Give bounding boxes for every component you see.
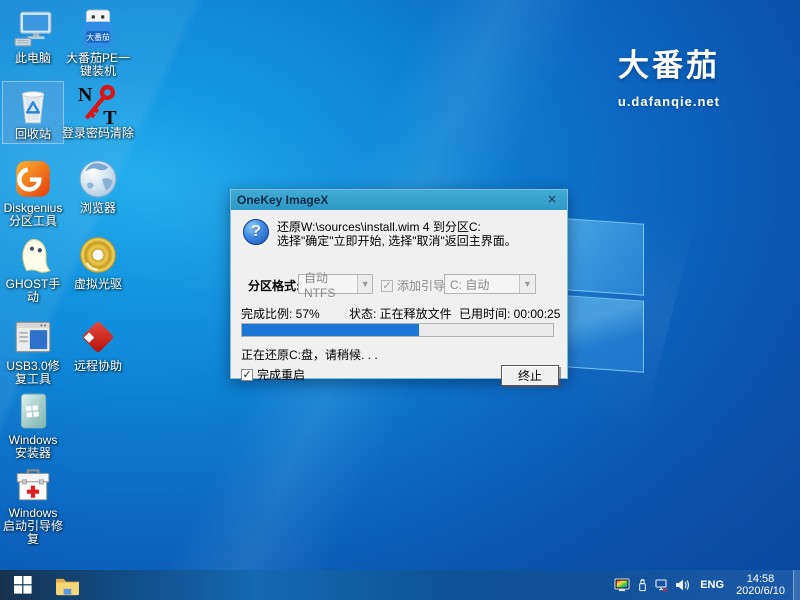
dialog-title: OneKey ImageX xyxy=(237,193,543,207)
nt-key-icon: NT xyxy=(77,83,119,125)
system-tray: × ENG 14:58 2020/6/10 xyxy=(612,570,800,600)
desktop-icon-browser[interactable]: 浏览器 xyxy=(60,156,136,217)
restore-status-line: 正在还原C:盘，请稍候. . . xyxy=(241,346,378,363)
folder-icon xyxy=(55,575,80,596)
desktop-wallpaper: 大番茄 u.dafanqie.net 此电脑大番茄大番茄PE一键装机回收站NT登… xyxy=(0,0,800,600)
percent-complete-label: 完成比例: 57% xyxy=(241,305,320,322)
desktop-icon-password-clear[interactable]: NT 登录密码清除 xyxy=(60,81,136,142)
partition-format-label: 分区格式: xyxy=(248,277,300,294)
reboot-checkbox[interactable]: ✓ 完成重启 xyxy=(241,366,305,383)
abort-button[interactable]: 终止 xyxy=(501,365,559,386)
app-window-icon xyxy=(12,316,54,358)
desktop-icon-ghost-manual[interactable]: GHOST手动 xyxy=(2,232,64,306)
windows-logo-wallpaper xyxy=(566,218,644,379)
network-disconnected-icon[interactable]: × xyxy=(652,570,672,600)
checkbox-icon[interactable]: ✓ xyxy=(241,369,253,381)
status-label: 状态: 正在释放文件 xyxy=(349,305,452,322)
dialog-message: 还原W:\sources\install.wim 4 到分区C: 选择"确定"立… xyxy=(277,220,517,248)
onekey-imagex-dialog: OneKey ImageX × ? 还原W:\sources\install.w… xyxy=(230,189,568,379)
desktop-icon-boot-repair[interactable]: Windows启动引导修复 xyxy=(2,461,64,548)
drive-combobox-value: C: 自动 xyxy=(450,276,489,293)
desktop-icon-label: 大番茄PE一键装机 xyxy=(61,52,135,78)
svg-text:大番茄: 大番茄 xyxy=(86,32,110,42)
desktop-icon-tomato-pe[interactable]: 大番茄大番茄PE一键装机 xyxy=(60,6,136,80)
desktop-icon-label: 浏览器 xyxy=(80,202,116,215)
windows-logo-pane-bottom xyxy=(566,295,644,372)
desktop-icon-label: Diskgenius 分区工具 xyxy=(3,202,63,228)
dialog-titlebar[interactable]: OneKey ImageX × xyxy=(231,190,567,210)
ghost-icon xyxy=(12,234,54,276)
svg-text:T: T xyxy=(103,107,116,125)
desktop-icon-label: 回收站 xyxy=(15,128,51,141)
recycle-bin-icon xyxy=(12,84,54,126)
desktop-icon-win-installer[interactable]: Windows安装器 xyxy=(2,388,64,462)
help-icon: ? xyxy=(243,219,269,245)
desktop-icon-recycle-bin[interactable]: 回收站 xyxy=(2,81,64,144)
progress-fill xyxy=(242,324,419,336)
windows-logo-pane-top xyxy=(566,218,644,295)
chevron-down-icon[interactable]: ▼ xyxy=(357,275,372,293)
computer-icon xyxy=(12,8,54,50)
desktop-icon-label: 虚拟光驱 xyxy=(74,278,122,291)
checkbox-icon[interactable]: ✓ xyxy=(381,280,393,292)
brand-url: u.dafanqie.net xyxy=(618,94,720,109)
show-desktop-button[interactable] xyxy=(793,570,800,600)
windows-start-icon xyxy=(14,576,32,594)
desktop-icon-label: Windows安装器 xyxy=(3,434,63,460)
file-explorer-button[interactable] xyxy=(46,570,88,600)
clock-date: 2020/6/10 xyxy=(736,585,785,597)
svg-text:N: N xyxy=(78,84,93,106)
format-combobox-value: 自动 NTFS xyxy=(304,269,357,300)
desktop-icon-label: USB3.0修复工具 xyxy=(3,360,63,386)
reboot-label: 完成重启 xyxy=(257,366,305,383)
elapsed-time-label: 已用时间: 00:00:25 xyxy=(459,305,560,322)
first-aid-icon xyxy=(12,463,54,505)
display-settings-icon[interactable] xyxy=(612,570,632,600)
dialog-body: ? 还原W:\sources\install.wim 4 到分区C: 选择"确定… xyxy=(231,210,567,379)
brand-title: 大番茄 xyxy=(618,40,720,85)
brand-watermark: 大番茄 u.dafanqie.net xyxy=(618,40,720,109)
usb-device-icon[interactable] xyxy=(632,570,652,600)
desktop-icon-label: GHOST手动 xyxy=(3,278,63,304)
diskgenius-icon xyxy=(12,158,54,200)
red-diamond-icon xyxy=(77,316,119,358)
clock-time: 14:58 xyxy=(736,573,785,585)
progress-bar xyxy=(241,323,554,337)
desktop-icon-this-pc[interactable]: 此电脑 xyxy=(2,6,64,67)
desktop-icon-label: 登录密码清除 xyxy=(62,127,134,140)
globe-icon xyxy=(77,158,119,200)
partition-options-row: 分区格式: 自动 NTFS ▼ ✓ 添加引导 C: 自动 ▼ xyxy=(231,274,567,294)
format-combobox[interactable]: 自动 NTFS ▼ xyxy=(298,274,373,294)
cd-icon xyxy=(77,234,119,276)
desktop-icon-label: 此电脑 xyxy=(15,52,51,65)
start-button[interactable] xyxy=(0,570,46,600)
add-boot-checkbox[interactable]: ✓ 添加引导 xyxy=(381,277,445,294)
desktop-icon-usb3-fix[interactable]: USB3.0修复工具 xyxy=(2,314,64,388)
usb-installer-icon: 大番茄 xyxy=(77,8,119,50)
desktop-icon-diskgenius[interactable]: Diskgenius 分区工具 xyxy=(2,156,64,230)
dialog-message-line1: 还原W:\sources\install.wim 4 到分区C: xyxy=(277,220,517,234)
dialog-message-line2: 选择"确定"立即开始, 选择"取消"返回主界面。 xyxy=(277,234,517,248)
drive-combobox[interactable]: C: 自动 ▼ xyxy=(444,274,536,294)
chevron-down-icon[interactable]: ▼ xyxy=(519,275,535,293)
svg-text:×: × xyxy=(663,584,668,593)
add-boot-label: 添加引导 xyxy=(397,277,445,294)
glass-box-icon xyxy=(12,390,54,432)
desktop-icon-label: 远程协助 xyxy=(74,360,122,373)
language-indicator[interactable]: ENG xyxy=(692,579,732,591)
desktop-icon-remote-assist[interactable]: 远程协助 xyxy=(60,314,136,375)
desktop-icon-virtual-cd[interactable]: 虚拟光驱 xyxy=(60,232,136,293)
taskbar: × ENG 14:58 2020/6/10 xyxy=(0,570,800,600)
close-icon[interactable]: × xyxy=(543,191,561,209)
desktop-icon-label: Windows启动引导修复 xyxy=(3,507,63,546)
volume-icon[interactable] xyxy=(672,570,692,600)
taskbar-clock[interactable]: 14:58 2020/6/10 xyxy=(732,573,793,597)
